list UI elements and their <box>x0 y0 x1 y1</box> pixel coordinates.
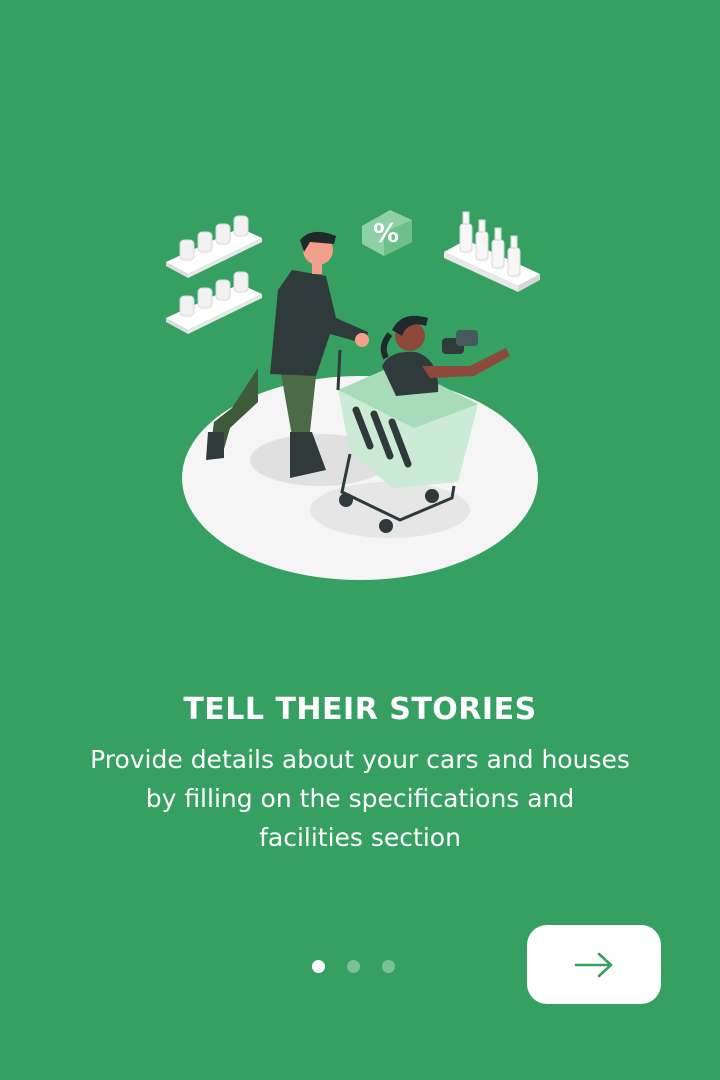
shopping-illustration: % <box>166 210 540 580</box>
percent-badge-icon: % <box>362 210 412 256</box>
arrow-right-icon <box>574 952 613 977</box>
svg-text:%: % <box>373 219 399 249</box>
right-shelf <box>444 211 540 292</box>
woman-figure <box>380 315 510 396</box>
page-indicator <box>312 958 412 974</box>
next-button[interactable] <box>527 925 661 1004</box>
left-shelves <box>166 215 262 334</box>
onboarding-screen: % TELL THEIR STORIES Provide details abo… <box>0 0 720 1080</box>
onboarding-description: Provide details about your cars and hous… <box>90 745 630 852</box>
page-dot-1[interactable] <box>312 959 325 973</box>
binoculars-icon <box>442 330 478 354</box>
onboarding-title: TELL THEIR STORIES <box>183 692 537 727</box>
page-dot-2[interactable] <box>347 959 360 973</box>
page-dot-3[interactable] <box>382 959 395 973</box>
